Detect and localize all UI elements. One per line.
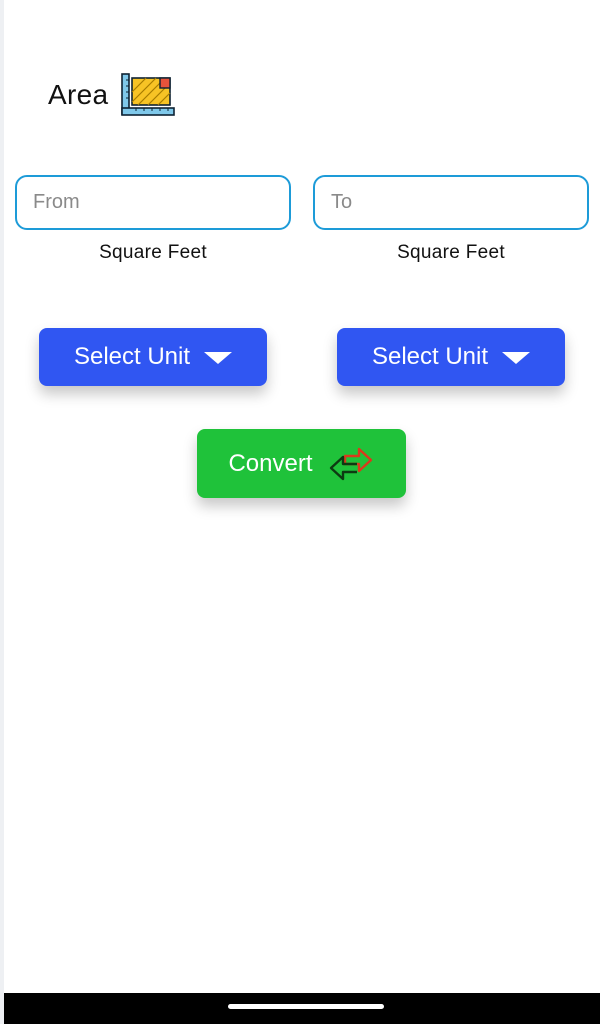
to-unit-label: Square Feet bbox=[397, 242, 505, 263]
swap-arrows-icon bbox=[329, 447, 372, 480]
caret-down-icon bbox=[204, 352, 233, 364]
to-unit-select-button[interactable]: Select Unit bbox=[337, 328, 565, 386]
page-title: Area bbox=[48, 79, 109, 110]
from-input[interactable] bbox=[15, 175, 291, 230]
app-screen: Area Square F bbox=[0, 0, 600, 1024]
page-header: Area bbox=[48, 72, 176, 118]
from-unit-select-button[interactable]: Select Unit bbox=[39, 328, 267, 386]
screen-edge bbox=[0, 0, 4, 1024]
from-unit-select-label: Select Unit bbox=[73, 343, 191, 370]
area-ruler-icon bbox=[121, 73, 176, 116]
caret-down-icon bbox=[502, 352, 531, 364]
convert-button-label: Convert bbox=[228, 449, 313, 477]
from-unit-label: Square Feet bbox=[99, 242, 207, 263]
to-field-group: Square Feet bbox=[313, 175, 589, 264]
from-field-group: Square Feet bbox=[15, 175, 291, 264]
to-unit-select-label: Select Unit bbox=[371, 343, 489, 370]
to-input[interactable] bbox=[313, 175, 589, 230]
system-nav-bar bbox=[4, 993, 600, 1024]
convert-button[interactable]: Convert bbox=[197, 429, 406, 498]
home-indicator[interactable] bbox=[228, 1004, 384, 1009]
